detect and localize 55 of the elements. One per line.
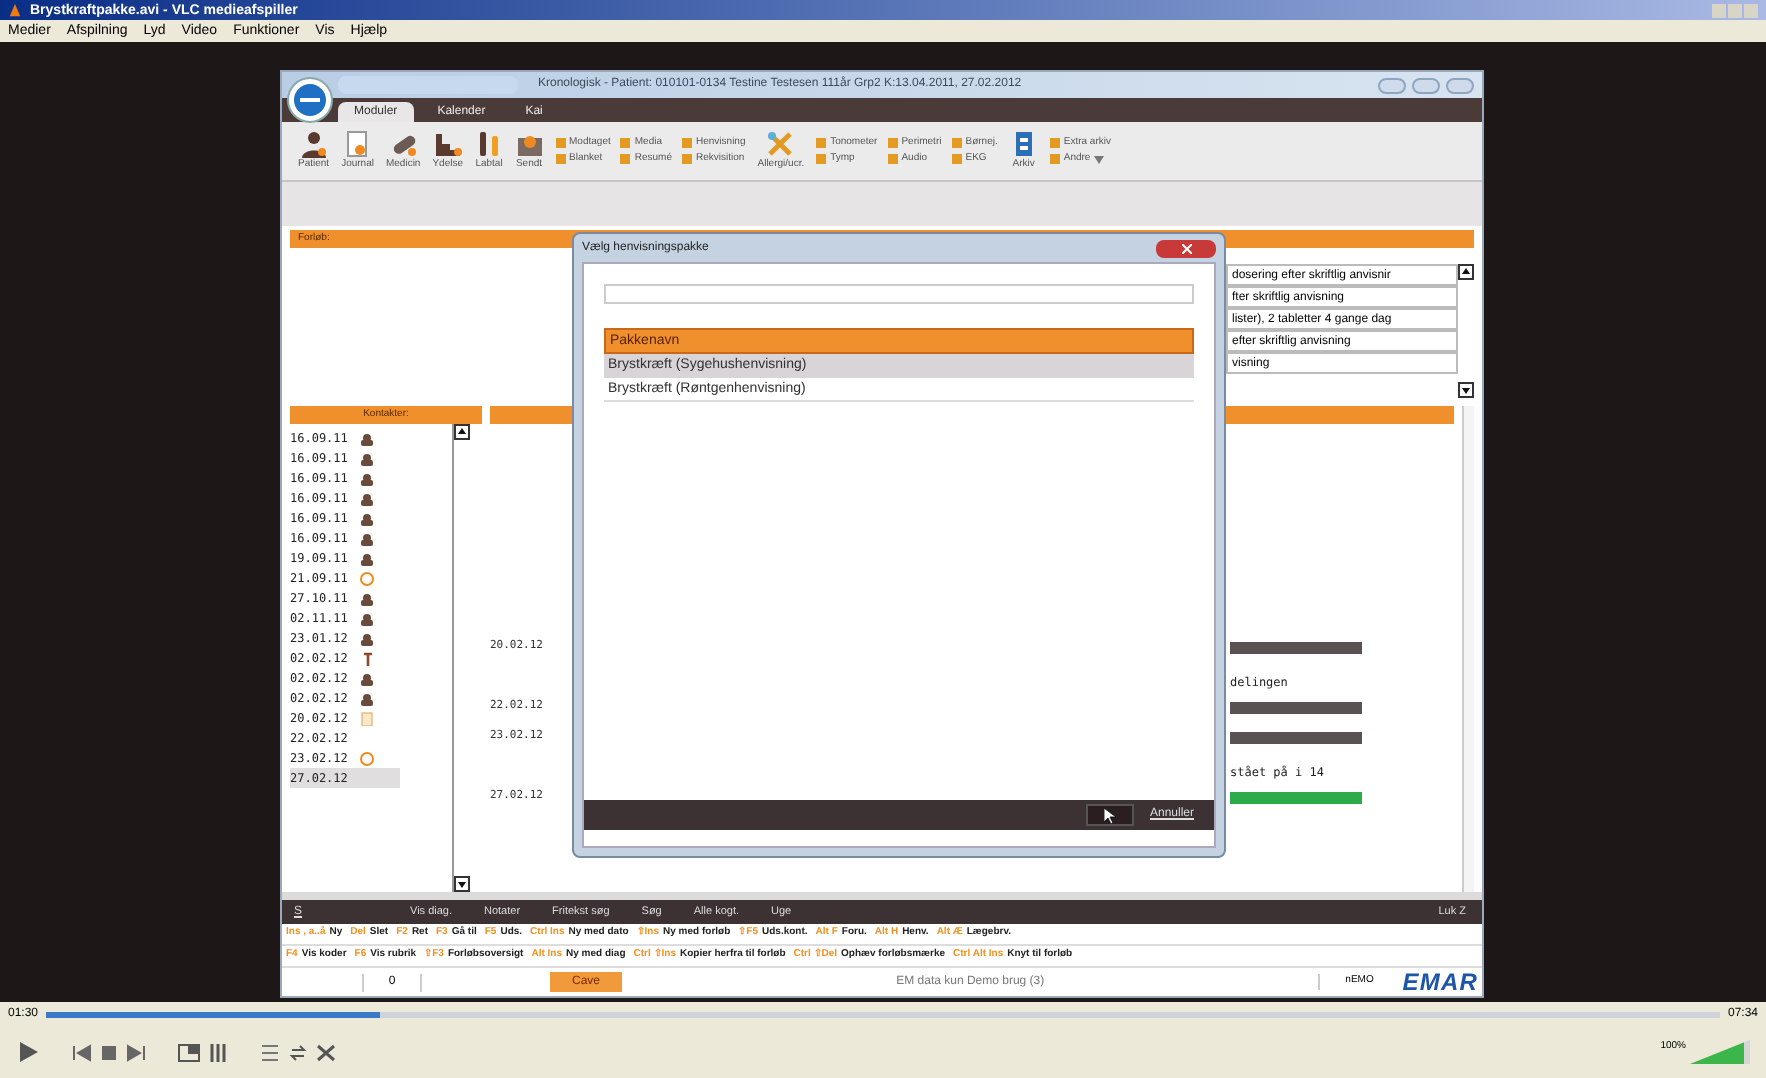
square-icon bbox=[620, 138, 631, 148]
square-icon bbox=[682, 138, 692, 148]
envelope-icon bbox=[515, 130, 544, 158]
square-icon bbox=[887, 138, 898, 148]
scroll-up-icon[interactable] bbox=[1458, 264, 1474, 280]
shuffle-icon[interactable] bbox=[316, 1043, 336, 1061]
person-icon bbox=[359, 551, 374, 565]
person-icon bbox=[359, 631, 374, 645]
close-button[interactable] bbox=[1156, 239, 1216, 257]
square-icon bbox=[555, 138, 566, 148]
tools-icon bbox=[766, 130, 795, 158]
person-icon bbox=[359, 531, 374, 545]
square-icon bbox=[682, 154, 692, 164]
person-icon bbox=[359, 591, 374, 605]
app-logo: EMAR bbox=[1402, 966, 1478, 996]
person-icon bbox=[299, 130, 328, 158]
person-icon bbox=[359, 451, 374, 465]
person-icon bbox=[359, 431, 374, 445]
next-icon[interactable] bbox=[126, 1043, 146, 1061]
document-icon bbox=[359, 711, 374, 725]
person-icon bbox=[359, 671, 374, 685]
person-icon bbox=[359, 511, 374, 525]
person-icon bbox=[359, 611, 374, 625]
person-icon bbox=[359, 471, 374, 485]
square-icon bbox=[887, 154, 898, 164]
search-field[interactable] bbox=[604, 284, 1194, 304]
play-icon[interactable] bbox=[16, 1040, 40, 1064]
square-icon bbox=[951, 154, 962, 164]
document-icon bbox=[343, 130, 372, 158]
caret-icon bbox=[1094, 155, 1105, 163]
fullscreen-icon[interactable] bbox=[178, 1043, 200, 1061]
equalizer-icon[interactable] bbox=[208, 1043, 228, 1061]
person-icon bbox=[359, 691, 374, 705]
cursor-icon bbox=[1103, 807, 1116, 823]
close-icon bbox=[1181, 243, 1191, 253]
square-icon bbox=[816, 154, 827, 164]
scrollbar[interactable] bbox=[1462, 406, 1474, 892]
playlist-icon[interactable] bbox=[260, 1043, 280, 1061]
square-icon bbox=[555, 154, 566, 164]
person-icon bbox=[359, 491, 374, 505]
previous-icon[interactable] bbox=[72, 1043, 92, 1061]
square-icon bbox=[1049, 154, 1060, 164]
circle-icon bbox=[359, 751, 374, 765]
scroll-down-icon[interactable] bbox=[454, 876, 470, 892]
square-icon bbox=[816, 138, 827, 148]
circle-icon bbox=[359, 571, 374, 585]
stop-icon[interactable] bbox=[100, 1043, 118, 1061]
square-icon bbox=[1049, 138, 1060, 148]
square-icon bbox=[620, 154, 631, 164]
scroll-down-icon[interactable] bbox=[1458, 382, 1474, 398]
scroll-up-icon[interactable] bbox=[454, 424, 470, 440]
ok-button[interactable] bbox=[1085, 804, 1134, 826]
loop-icon[interactable] bbox=[288, 1043, 308, 1061]
square-icon bbox=[951, 138, 962, 148]
test-tube-icon bbox=[475, 130, 504, 158]
